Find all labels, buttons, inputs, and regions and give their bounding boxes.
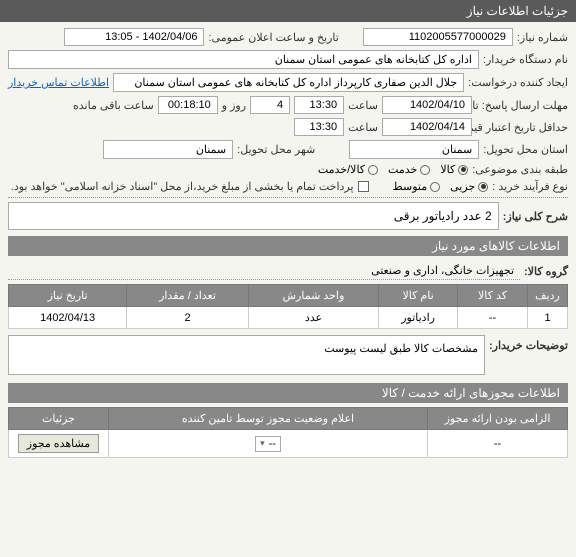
license-table: الزامی بودن ارائه مجوز اعلام وضعیت مجوز … (8, 407, 568, 458)
cell-detail: مشاهده مجوز (9, 430, 109, 458)
th-detail: جزئیات (9, 408, 109, 430)
announce-label: تاریخ و ساعت اعلان عمومی: (208, 31, 338, 44)
remaining-label: ساعت باقی مانده (73, 99, 154, 112)
deadline2-label: حداقل تاریخ اعتبار قیمت: تا تاریخ: (476, 121, 568, 134)
cell-name: رادیاتور (379, 307, 458, 329)
deadline1-label: مهلت ارسال پاسخ: تا تاریخ: (476, 99, 568, 112)
requester-label: ایجاد کننده درخواست: (468, 76, 568, 89)
category-radio-group: کالا خدمت کالا/خدمت (318, 163, 468, 176)
th-idx: ردیف (528, 285, 568, 307)
announce-field: 1402/04/06 - 13:05 (64, 28, 204, 46)
cell-status: -- (109, 430, 428, 458)
radio-small-dot (478, 182, 488, 192)
separator-1 (8, 197, 568, 198)
th-unit: واحد شمارش (248, 285, 378, 307)
deadline1-date: 1402/04/10 (382, 96, 472, 114)
payment-checkbox[interactable] (358, 181, 369, 192)
contact-link[interactable]: اطلاعات تماس خریدار (8, 76, 109, 89)
payment-note: پرداخت تمام یا بخشی از مبلغ خرید،از محل … (11, 180, 354, 193)
process-radio-group: جزیی متوسط (393, 180, 489, 193)
group-label: گروه کالا: (524, 265, 568, 278)
radio-goods-label: کالا (440, 163, 455, 176)
province-label: استان محل تحویل: (483, 143, 568, 156)
requester-field: جلال الدین صفاری کارپرداز اداره کل کتابخ… (113, 73, 464, 92)
category-label: طبقه بندی موضوعی: (472, 163, 568, 176)
radio-small-label: جزیی (450, 180, 475, 193)
time-label-2: ساعت (348, 121, 378, 134)
group-value: تجهیزات خانگی، اداری و صنعتی (8, 262, 520, 280)
status-select[interactable]: -- (255, 436, 281, 452)
th-status: اعلام وضعیت مجوز توسط تامین کننده (109, 408, 428, 430)
buyer-org-label: نام دستگاه خریدار: (483, 53, 568, 66)
radio-medium-label: متوسط (393, 180, 428, 193)
city-label: شهر محل تحویل: (237, 143, 315, 156)
table-row: 1 -- رادیاتور عدد 2 1402/04/13 (9, 307, 568, 329)
th-qty: تعداد / مقدار (127, 285, 249, 307)
view-license-button[interactable]: مشاهده مجوز (18, 434, 99, 453)
buyer-org-field: اداره کل کتابخانه های عمومی استان سمنان (8, 50, 479, 69)
radio-medium[interactable]: متوسط (393, 180, 441, 193)
province-field: سمنان (349, 140, 479, 159)
cell-date: 1402/04/13 (9, 307, 127, 329)
goods-section-header: اطلاعات کالاهای مورد نیاز (8, 236, 568, 256)
page-header: جزئیات اطلاعات نیاز (0, 0, 576, 22)
remaining-value: 00:18:10 (158, 96, 218, 114)
radio-service[interactable]: خدمت (388, 163, 430, 176)
main-form: شماره نیاز: 1102005577000029 تاریخ و ساع… (0, 22, 576, 464)
deadline1-time: 13:30 (294, 96, 344, 114)
cell-qty: 2 (127, 307, 249, 329)
buyer-notes-label: توضیحات خریدار: (489, 335, 568, 352)
license-section-header: اطلاعات مجوزهای ارائه خدمت / کالا (8, 383, 568, 403)
radio-service-label: خدمت (388, 163, 417, 176)
radio-medium-dot (430, 182, 440, 192)
need-number-field: 1102005577000029 (363, 28, 513, 46)
day-label: روز و (222, 99, 246, 112)
goods-table: ردیف کد کالا نام کالا واحد شمارش تعداد /… (8, 284, 568, 329)
goods-table-header-row: ردیف کد کالا نام کالا واحد شمارش تعداد /… (9, 285, 568, 307)
radio-service-dot (420, 165, 430, 175)
cell-unit: عدد (248, 307, 378, 329)
process-label: نوع فرآیند خرید : (492, 180, 568, 193)
radio-goods-service[interactable]: کالا/خدمت (318, 163, 378, 176)
radio-goods[interactable]: کالا (440, 163, 468, 176)
th-code: کد کالا (458, 285, 528, 307)
summary-label: شرح کلی نیاز: (503, 210, 568, 223)
radio-goods-service-dot (368, 165, 378, 175)
summary-text: 2 عدد رادیاتور برقی (8, 202, 499, 230)
deadline2-date: 1402/04/14 (382, 118, 472, 136)
buyer-notes-text: مشخصات کالا طبق لیست پیوست (8, 335, 485, 375)
cell-code: -- (458, 307, 528, 329)
days-remaining: 4 (250, 96, 290, 114)
need-number-label: شماره نیاز: (517, 31, 568, 44)
cell-idx: 1 (528, 307, 568, 329)
th-date: تاریخ نیاز (9, 285, 127, 307)
th-name: نام کالا (379, 285, 458, 307)
time-label-1: ساعت (348, 99, 378, 112)
radio-goods-dot (458, 165, 468, 175)
status-select-value: -- (269, 438, 276, 450)
license-header-row: الزامی بودن ارائه مجوز اعلام وضعیت مجوز … (9, 408, 568, 430)
radio-small[interactable]: جزیی (450, 180, 488, 193)
city-field: سمنان (103, 140, 233, 159)
th-mandatory: الزامی بودن ارائه مجوز (428, 408, 568, 430)
deadline2-time: 13:30 (294, 118, 344, 136)
page-title: جزئیات اطلاعات نیاز (467, 4, 568, 18)
cell-mandatory: -- (428, 430, 568, 458)
radio-goods-service-label: کالا/خدمت (318, 163, 365, 176)
license-row: -- -- مشاهده مجوز (9, 430, 568, 458)
